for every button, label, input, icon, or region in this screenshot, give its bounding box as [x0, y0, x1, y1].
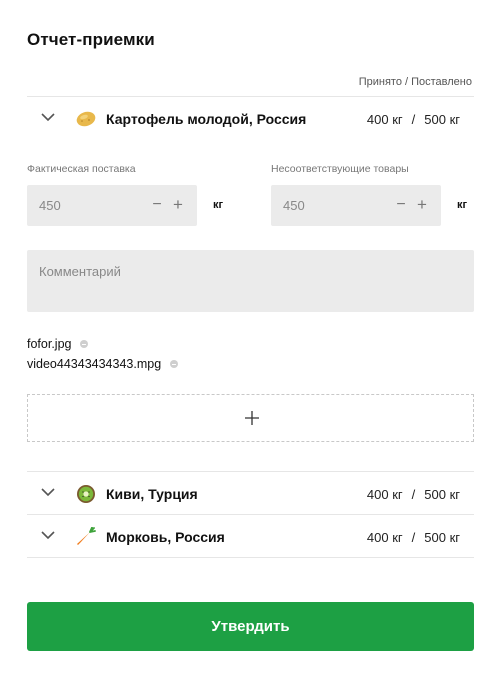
product-row-kiwi[interactable]: Киви, Турция 400 кг / 500 кг: [27, 473, 474, 515]
comment-field[interactable]: Комментарий: [27, 250, 474, 312]
add-file-icon[interactable]: [244, 410, 260, 426]
accepted-qty: 400 кг: [366, 530, 403, 545]
accepted-qty: 400 кг: [366, 487, 403, 502]
increment-button[interactable]: +: [416, 196, 428, 213]
product-row-potato[interactable]: Картофель молодой, Россия 400 кг / 500 кг: [27, 98, 474, 140]
product-name: Киви, Турция: [106, 486, 198, 502]
decrement-button[interactable]: −: [151, 197, 163, 213]
decrement-button[interactable]: −: [395, 197, 407, 213]
increment-button[interactable]: +: [172, 196, 184, 213]
delivered-qty: 500 кг: [424, 530, 460, 545]
divider: [27, 514, 474, 515]
comment-placeholder: Комментарий: [39, 264, 121, 279]
product-row-carrot[interactable]: Морковь, Россия 400 кг / 500 кг: [27, 516, 474, 558]
delivered-qty: 500 кг: [424, 487, 460, 502]
actual-delivery-label: Фактическая поставка: [27, 163, 136, 175]
remove-file-icon[interactable]: [80, 340, 89, 348]
nonconforming-label: Несоответствующие товары: [271, 163, 409, 175]
kiwi-icon: [77, 485, 95, 503]
product-quantity: 400 кг / 500 кг: [367, 112, 460, 127]
chevron-down-icon[interactable]: [41, 487, 55, 497]
divider: [27, 471, 474, 472]
nonconforming-stepper[interactable]: 450 − +: [271, 185, 441, 226]
attached-file: fofor.jpg: [27, 337, 89, 351]
chevron-down-icon[interactable]: [41, 530, 55, 540]
product-quantity: 400 кг / 500 кг: [367, 487, 460, 502]
product-name: Картофель молодой, Россия: [106, 111, 307, 127]
actual-delivery-stepper[interactable]: 450 − +: [27, 185, 197, 226]
product-name: Морковь, Россия: [106, 529, 225, 545]
page-title: Отчет-приемки: [27, 30, 155, 49]
carrot-icon: [77, 527, 96, 545]
chevron-down-icon[interactable]: [41, 112, 55, 122]
qty-separator: /: [411, 112, 416, 127]
actual-delivery-unit: кг: [213, 199, 224, 211]
actual-delivery-input[interactable]: 450: [39, 198, 61, 213]
delivered-qty: 500 кг: [424, 112, 460, 127]
accepted-qty: 400 кг: [366, 112, 403, 127]
file-name: fofor.jpg: [27, 337, 72, 351]
column-header-accepted-delivered: Принято / Поставлено: [358, 76, 472, 88]
divider: [27, 96, 474, 97]
attached-file: video44343434343.mpg: [27, 357, 179, 371]
remove-file-icon[interactable]: [170, 360, 179, 368]
product-quantity: 400 кг / 500 кг: [367, 530, 460, 545]
nonconforming-input[interactable]: 450: [283, 198, 305, 213]
file-name: video44343434343.mpg: [27, 357, 162, 371]
nonconforming-unit: кг: [457, 199, 468, 211]
potato-icon: [76, 111, 96, 127]
approve-button[interactable]: Утвердить: [27, 602, 474, 651]
divider: [27, 557, 474, 558]
qty-separator: /: [411, 487, 416, 502]
qty-separator: /: [411, 530, 416, 545]
file-upload-dropzone[interactable]: [27, 394, 474, 442]
